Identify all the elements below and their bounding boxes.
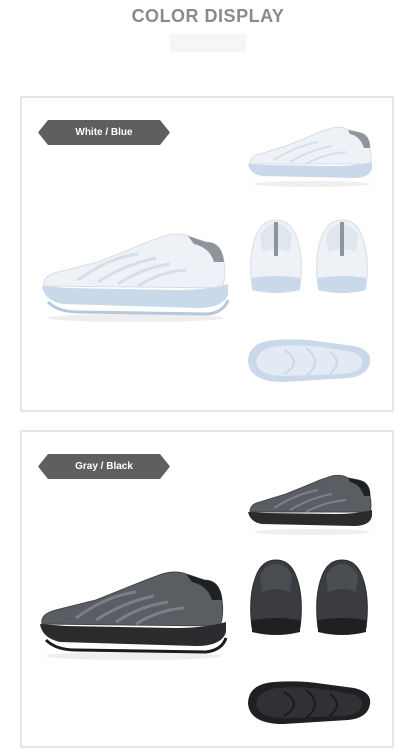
title-underbar xyxy=(170,34,246,52)
shoe-side-view-white-blue xyxy=(38,228,234,324)
shoe-heel-pair-gray-black xyxy=(246,556,372,638)
page-title: COLOR DISPLAY xyxy=(131,6,285,26)
color-tag-gray-black: Gray / Black xyxy=(38,454,170,479)
shoe-side-view-small-gray-black xyxy=(246,472,376,536)
shoe-side-view-gray-black xyxy=(36,566,232,662)
shoe-side-view-small-white-blue xyxy=(246,124,376,188)
shoe-outsole-gray-black xyxy=(244,674,374,732)
shoe-heel-pair-white-blue xyxy=(246,216,372,296)
color-panel-white-blue: White / Blue xyxy=(20,96,394,412)
color-tag-white-blue: White / Blue xyxy=(38,120,170,145)
color-panel-gray-black: Gray / Black xyxy=(20,430,394,748)
shoe-outsole-white-blue xyxy=(244,332,374,388)
